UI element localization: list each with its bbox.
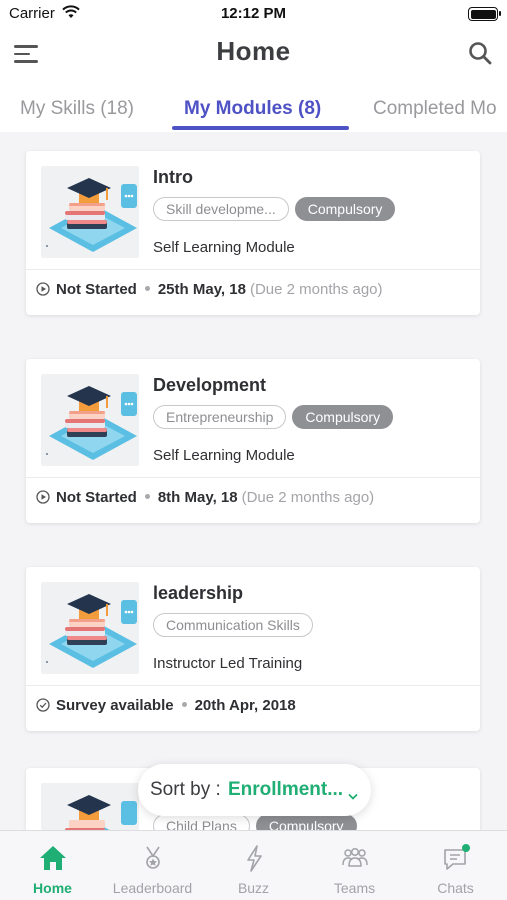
app-header: Home: [0, 28, 507, 80]
skill-tag: Communication Skills: [153, 613, 313, 637]
module-footer: Survey available 20th Apr, 2018: [36, 697, 296, 714]
check-circle-icon: [36, 698, 50, 712]
play-circle-icon: [36, 490, 50, 504]
status-label: Not Started: [56, 489, 137, 506]
module-thumbnail: [41, 783, 139, 830]
bottom-tab-bar: Home Leaderboard Buzz Teams Chats: [0, 830, 507, 900]
card-divider: [26, 685, 480, 686]
status-label: Not Started: [56, 281, 137, 298]
card-divider: [26, 269, 480, 270]
tabbar-teams[interactable]: Teams: [304, 831, 405, 900]
separator-dot: [144, 286, 150, 291]
tabbar-chats[interactable]: Chats: [405, 831, 506, 900]
module-card-leadership[interactable]: leadership Communication Skills Instruct…: [26, 567, 480, 731]
module-tags: Skill developme... Compulsory: [153, 197, 401, 221]
module-title: Intro: [153, 167, 193, 187]
chat-icon: [441, 843, 471, 873]
tabbar-label: Buzz: [237, 880, 270, 896]
module-type: Instructor Led Training: [153, 655, 303, 672]
chevron-down-icon: [348, 785, 358, 800]
module-card-intro[interactable]: Intro Skill developme... Compulsory Self …: [26, 151, 480, 315]
compulsory-badge: Compulsory: [292, 405, 394, 429]
tabbar-label: Chats: [437, 880, 474, 896]
separator-dot: [144, 494, 150, 499]
play-circle-icon: [36, 282, 50, 296]
status-bar: Carrier 12:12 PM: [0, 0, 507, 28]
tabbar-label: Leaderboard: [112, 880, 193, 896]
module-title: Development: [153, 375, 267, 395]
module-thumbnail: [41, 166, 139, 258]
module-type: Self Learning Module: [153, 239, 295, 256]
due-note: (Due 2 months ago): [241, 489, 375, 506]
module-tabs: My Skills (18) My Modules (8) Completed …: [0, 80, 507, 132]
sort-button[interactable]: Sort by : Enrollment...: [138, 764, 371, 816]
module-thumbnail: [41, 582, 139, 674]
module-tags: Communication Skills: [153, 613, 319, 637]
status-label: Survey available: [56, 697, 174, 714]
team-icon: [340, 843, 370, 873]
module-footer: Not Started 8th May, 18 (Due 2 months ago): [36, 489, 374, 506]
tabbar-buzz[interactable]: Buzz: [203, 831, 304, 900]
module-type: Self Learning Module: [153, 447, 295, 464]
trophy-icon: [138, 843, 168, 873]
module-thumbnail: [41, 374, 139, 466]
battery-icon: [468, 7, 501, 21]
due-note: (Due 2 months ago): [249, 281, 383, 298]
bolt-icon: [239, 843, 269, 873]
tab-completed-modules[interactable]: Completed Mo: [373, 98, 497, 120]
due-date: 8th May, 18: [157, 489, 238, 506]
due-date: 25th May, 18: [157, 281, 246, 298]
tabbar-label: Home: [33, 880, 72, 896]
module-footer: Not Started 25th May, 18 (Due 2 months ago…: [36, 281, 383, 298]
skill-tag: Entrepreneurship: [153, 405, 287, 429]
tabbar-leaderboard[interactable]: Leaderboard: [102, 831, 203, 900]
tab-my-skills[interactable]: My Skills (18): [20, 98, 134, 120]
compulsory-badge: Compulsory: [294, 197, 396, 221]
clock-label: 12:12 PM: [220, 5, 287, 22]
separator-dot: [181, 702, 187, 707]
module-tags: Entrepreneurship Compulsory: [153, 405, 399, 429]
sort-label: Sort by :: [150, 779, 221, 800]
tabbar-home[interactable]: Home: [2, 831, 103, 900]
active-tab-indicator: [172, 126, 349, 130]
due-date: 20th Apr, 2018: [194, 697, 296, 714]
card-divider: [26, 477, 480, 478]
module-card-development[interactable]: Development Entrepreneurship Compulsory S…: [26, 359, 480, 523]
page-title: Home: [216, 36, 291, 66]
home-icon: [38, 843, 68, 873]
tabbar-label: Teams: [333, 880, 376, 896]
skill-tag: Skill developme...: [153, 197, 289, 221]
sort-value: Enrollment...: [228, 779, 344, 800]
tab-my-modules[interactable]: My Modules (8): [184, 98, 321, 120]
search-icon[interactable]: [467, 40, 493, 66]
module-title: leadership: [153, 583, 244, 603]
